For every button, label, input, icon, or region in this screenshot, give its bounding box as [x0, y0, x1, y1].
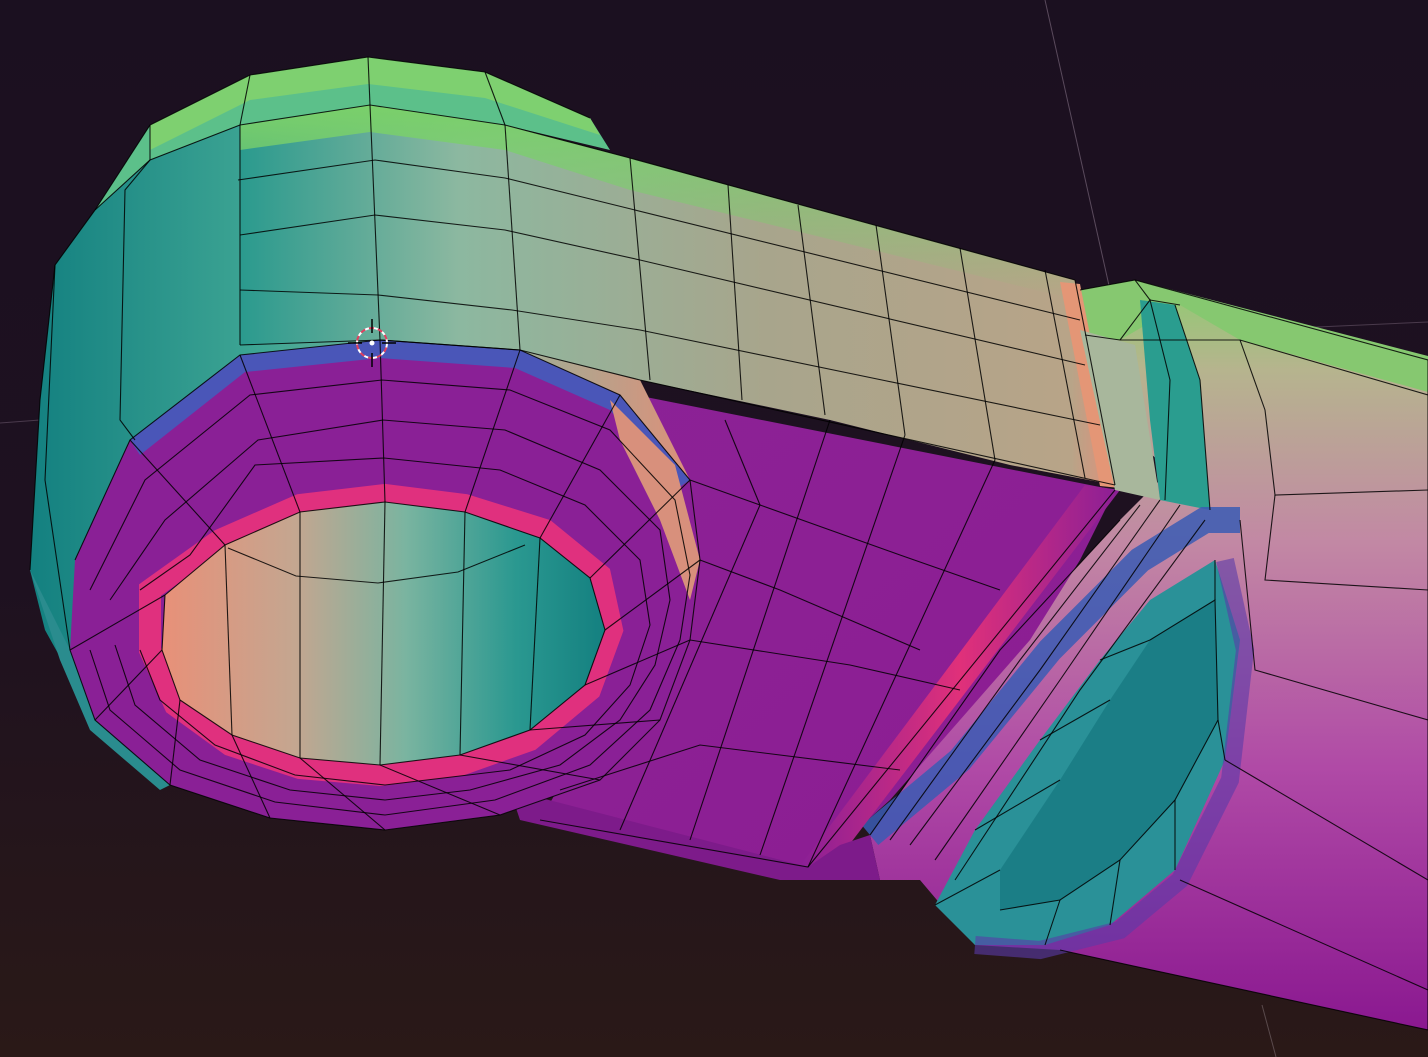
mesh-canvas[interactable] — [0, 0, 1428, 1057]
3d-viewport[interactable] — [0, 0, 1428, 1057]
